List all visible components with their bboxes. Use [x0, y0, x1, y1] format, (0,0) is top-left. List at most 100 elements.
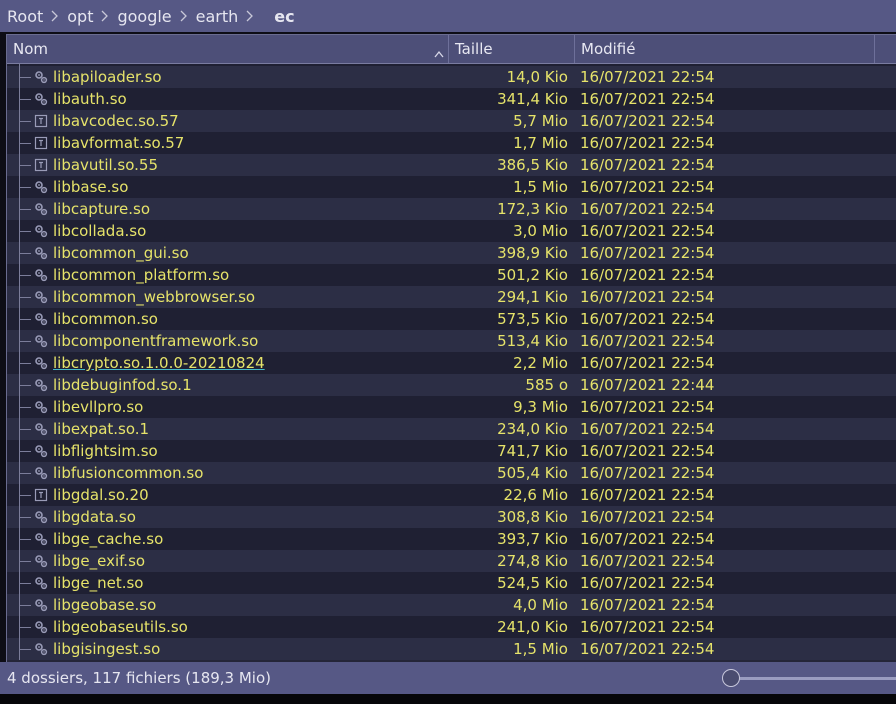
- gear-icon: [34, 334, 48, 348]
- window-bottom-edge: [0, 694, 896, 704]
- file-modified: 16/07/2021 22:54: [580, 420, 715, 438]
- table-row[interactable]: libexpat.so.1 234,0 Kio 16/07/2021 22:54: [7, 418, 896, 440]
- table-row[interactable]: libavutil.so.55 386,5 Kio 16/07/2021 22:54: [7, 154, 896, 176]
- table-row[interactable]: libge_net.so 524,5 Kio 16/07/2021 22:54: [7, 572, 896, 594]
- file-name: libexpat.so.1: [53, 420, 150, 438]
- file-modified: 16/07/2021 22:54: [580, 288, 715, 306]
- table-row[interactable]: libge_exif.so 274,8 Kio 16/07/2021 22:54: [7, 550, 896, 572]
- table-row[interactable]: libapiloader.so 14,0 Kio 16/07/2021 22:54: [7, 66, 896, 88]
- gear-icon: [34, 510, 48, 524]
- gear-icon: [34, 246, 48, 260]
- table-row[interactable]: libavformat.so.57 1,7 Mio 16/07/2021 22:54: [7, 132, 896, 154]
- tree-branch: [19, 143, 31, 144]
- file-name: libge_cache.so: [53, 530, 164, 548]
- tree-branch: [19, 341, 31, 342]
- table-row[interactable]: libgdal.so.20 22,6 Mio 16/07/2021 22:54: [7, 484, 896, 506]
- file-modified: 16/07/2021 22:44: [580, 376, 715, 394]
- tree-branch: [19, 407, 31, 408]
- table-row[interactable]: libgeobaseutils.so 241,0 Kio 16/07/2021 22…: [7, 616, 896, 638]
- table-row[interactable]: libcommon_platform.so 501,2 Kio 16/07/2021…: [7, 264, 896, 286]
- file-modified: 16/07/2021 22:54: [580, 508, 715, 526]
- column-header-size-label: Taille: [455, 40, 493, 58]
- status-summary: 4 dossiers, 117 fichiers (189,3 Mio): [7, 669, 272, 687]
- file-size: 308,8 Kio: [497, 508, 568, 526]
- table-row[interactable]: libge_cache.so 393,7 Kio 16/07/2021 22:54: [7, 528, 896, 550]
- table-row[interactable]: libbase.so 1,5 Mio 16/07/2021 22:54: [7, 176, 896, 198]
- file-name: libgeobaseutils.so: [53, 618, 188, 636]
- tree-branch: [19, 649, 31, 650]
- table-row[interactable]: libevllpro.so 9,3 Mio 16/07/2021 22:54: [7, 396, 896, 418]
- table-row[interactable]: libgdata.so 308,8 Kio 16/07/2021 22:54: [7, 506, 896, 528]
- file-modified: 16/07/2021 22:54: [580, 222, 715, 240]
- table-row[interactable]: libfusioncommon.so 505,4 Kio 16/07/2021 22…: [7, 462, 896, 484]
- file-size: 3,0 Mio: [513, 222, 568, 240]
- file-modified: 16/07/2021 22:54: [580, 552, 715, 570]
- breadcrumb-google[interactable]: google: [117, 7, 171, 26]
- column-header: Nom Taille Modifié: [7, 35, 896, 64]
- tree-branch: [19, 495, 31, 496]
- file-modified: 16/07/2021 22:54: [580, 464, 715, 482]
- gear-icon: [34, 642, 48, 656]
- table-row[interactable]: libcommon.so 573,5 Kio 16/07/2021 22:54: [7, 308, 896, 330]
- table-row[interactable]: libavcodec.so.57 5,7 Mio 16/07/2021 22:54: [7, 110, 896, 132]
- tree-branch: [19, 627, 31, 628]
- zoom-slider-track[interactable]: [731, 677, 896, 680]
- file-size: 501,2 Kio: [497, 266, 568, 284]
- breadcrumb-opt[interactable]: opt: [67, 7, 93, 26]
- gear-icon: [34, 598, 48, 612]
- file-size: 294,1 Kio: [497, 288, 568, 306]
- file-name: libdebuginfod.so.1: [53, 376, 192, 394]
- file-modified: 16/07/2021 22:54: [580, 442, 715, 460]
- gear-icon: [34, 620, 48, 634]
- text-file-icon: [34, 488, 48, 502]
- table-row[interactable]: libcrypto.so.1.0.0-20210824 2,2 Mio 16/07/…: [7, 352, 896, 374]
- file-modified: 16/07/2021 22:54: [580, 178, 715, 196]
- file-size: 9,3 Mio: [513, 398, 568, 416]
- file-rows: libapiloader.so 14,0 Kio 16/07/2021 22:54 l…: [7, 64, 896, 662]
- file-size: 513,4 Kio: [497, 332, 568, 350]
- column-header-name[interactable]: Nom: [7, 35, 449, 63]
- tree-branch: [19, 121, 31, 122]
- table-row[interactable]: libdebuginfod.so.1 585 o 16/07/2021 22:44: [7, 374, 896, 396]
- tree-branch: [19, 231, 31, 232]
- column-header-modified[interactable]: Modifié: [575, 35, 875, 63]
- table-row[interactable]: libcomponentframework.so 513,4 Kio 16/07/2…: [7, 330, 896, 352]
- file-name: libflightsim.so: [53, 442, 158, 460]
- file-modified: 16/07/2021 22:54: [580, 112, 715, 130]
- file-list-view[interactable]: Nom Taille Modifié libapiloader.so 14,0 K…: [6, 34, 896, 662]
- table-row[interactable]: libgisingest.so 1,5 Mio 16/07/2021 22:54: [7, 638, 896, 660]
- table-row[interactable]: libcapture.so 172,3 Kio 16/07/2021 22:54: [7, 198, 896, 220]
- file-name: libcrypto.so.1.0.0-20210824: [53, 354, 265, 372]
- table-row[interactable]: libauth.so 341,4 Kio 16/07/2021 22:54: [7, 88, 896, 110]
- file-modified: 16/07/2021 22:54: [580, 530, 715, 548]
- file-name: libcommon_platform.so: [53, 266, 230, 284]
- file-size: 573,5 Kio: [497, 310, 568, 328]
- gear-icon: [34, 466, 48, 480]
- gear-icon: [34, 422, 48, 436]
- table-row[interactable]: libgeobase.so 4,0 Mio 16/07/2021 22:54: [7, 594, 896, 616]
- column-header-size[interactable]: Taille: [449, 35, 575, 63]
- table-row[interactable]: libcommon_webbrowser.so 294,1 Kio 16/07/20…: [7, 286, 896, 308]
- file-modified: 16/07/2021 22:54: [580, 310, 715, 328]
- file-size: 22,6 Mio: [503, 486, 568, 504]
- sort-ascending-icon: [434, 44, 444, 62]
- file-name: libcapture.so: [53, 200, 151, 218]
- table-row[interactable]: libcollada.so 3,0 Mio 16/07/2021 22:54: [7, 220, 896, 242]
- tree-branch: [19, 275, 31, 276]
- file-name: libfusioncommon.so: [53, 464, 204, 482]
- file-size: 172,3 Kio: [497, 200, 568, 218]
- breadcrumb-current[interactable]: ec: [274, 7, 294, 26]
- zoom-slider-handle[interactable]: [722, 669, 740, 687]
- tree-branch: [19, 605, 31, 606]
- breadcrumb-earth[interactable]: earth: [196, 7, 239, 26]
- file-modified: 16/07/2021 22:54: [580, 574, 715, 592]
- file-name: libgdata.so: [53, 508, 136, 526]
- column-header-name-label: Nom: [13, 40, 49, 58]
- tree-branch: [19, 539, 31, 540]
- file-size: 5,7 Mio: [513, 112, 568, 130]
- file-modified: 16/07/2021 22:54: [580, 68, 715, 86]
- file-size: 386,5 Kio: [497, 156, 568, 174]
- table-row[interactable]: libcommon_gui.so 398,9 Kio 16/07/2021 22:5…: [7, 242, 896, 264]
- breadcrumb-root[interactable]: Root: [7, 7, 43, 26]
- table-row[interactable]: libflightsim.so 741,7 Kio 16/07/2021 22:54: [7, 440, 896, 462]
